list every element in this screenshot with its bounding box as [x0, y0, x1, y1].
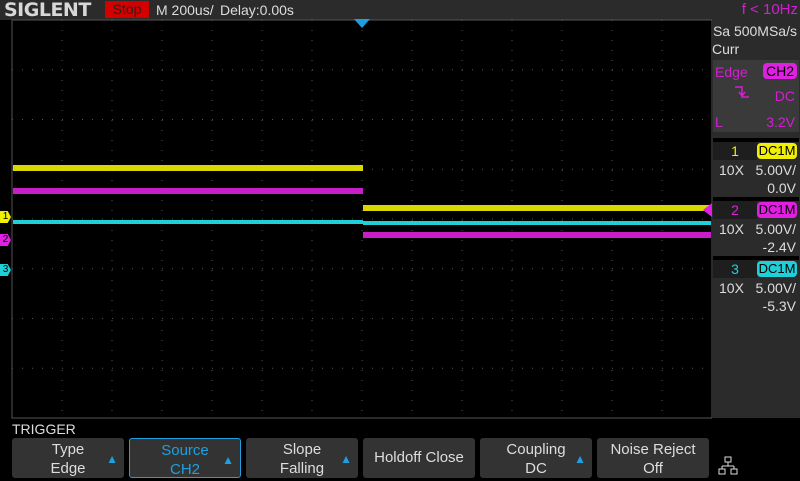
channel-number: 2: [713, 201, 757, 219]
ch1-trace-low: [363, 205, 711, 211]
channel-1-info[interactable]: 1 DC1M 10X 5.00V/ 0.0V: [713, 138, 799, 198]
channel-coupling: DC1M: [757, 143, 797, 159]
trigger-level-marker[interactable]: [703, 203, 712, 217]
volts-per-div: 5.00V/: [755, 162, 796, 178]
ch3-trace-left: [13, 220, 363, 224]
trigger-level-label: L: [715, 114, 723, 130]
channel-3-info[interactable]: 3 DC1M 10X 5.00V/ -5.3V: [713, 256, 799, 316]
sample-rate: Sa 500MSa/s: [712, 23, 797, 39]
probe-ratio: 10X: [719, 162, 744, 178]
channel-offset: -2.4V: [762, 239, 796, 255]
trigger-coupling: DC: [774, 88, 795, 104]
trigger-level: 3.2V: [766, 114, 795, 130]
probe-ratio: 10X: [719, 221, 744, 237]
falling-edge-icon: [735, 86, 749, 98]
channel-number: 3: [713, 260, 757, 278]
arrow-up-icon: ▲: [106, 452, 118, 466]
arrow-up-icon: ▲: [222, 453, 234, 467]
trigger-source: CH2: [762, 63, 797, 79]
menu-button-type[interactable]: Type Edge ▲: [12, 438, 124, 478]
ch1-trace-high: [13, 165, 363, 171]
ch3-trace-right: [363, 221, 711, 225]
channel-offset: -5.3V: [762, 298, 796, 314]
menu-button-slope[interactable]: Slope Falling ▲: [246, 438, 358, 478]
trigger-position-marker[interactable]: [354, 19, 370, 28]
menu-button-holdoff-close[interactable]: Holdoff Close: [363, 438, 475, 478]
ch2-trace-high: [13, 188, 363, 194]
menu-button-coupling[interactable]: Coupling DC ▲: [480, 438, 592, 478]
waveform-display: [11, 19, 712, 419]
menu-button-noise-reject[interactable]: Noise Reject Off: [597, 438, 709, 478]
ch2-trace-low: [363, 232, 711, 238]
frequency-counter: f < 10Hz: [741, 1, 798, 18]
channel-number: 1: [713, 142, 757, 160]
probe-ratio: 10X: [719, 280, 744, 296]
arrow-up-icon: ▲: [574, 452, 586, 466]
volts-per-div: 5.00V/: [755, 221, 796, 237]
channel-coupling: DC1M: [757, 202, 797, 218]
menu-button-source[interactable]: Source CH2 ▲: [129, 438, 241, 478]
channel-coupling: DC1M: [757, 261, 797, 277]
network-icon[interactable]: [718, 456, 738, 481]
button-label: Holdoff Close: [374, 449, 464, 466]
trigger-info[interactable]: Edge CH2 DC L 3.2V: [713, 60, 799, 132]
button-value: Off: [643, 460, 663, 477]
menu-title: TRIGGER: [12, 421, 76, 437]
button-label: Noise Reject: [610, 441, 696, 458]
volts-per-div: 5.00V/: [755, 280, 796, 296]
trigger-type: Edge: [715, 64, 748, 80]
channel-offset: 0.0V: [767, 180, 796, 196]
channel-2-info[interactable]: 2 DC1M 10X 5.00V/ -2.4V: [713, 197, 799, 257]
arrow-up-icon: ▲: [340, 452, 352, 466]
